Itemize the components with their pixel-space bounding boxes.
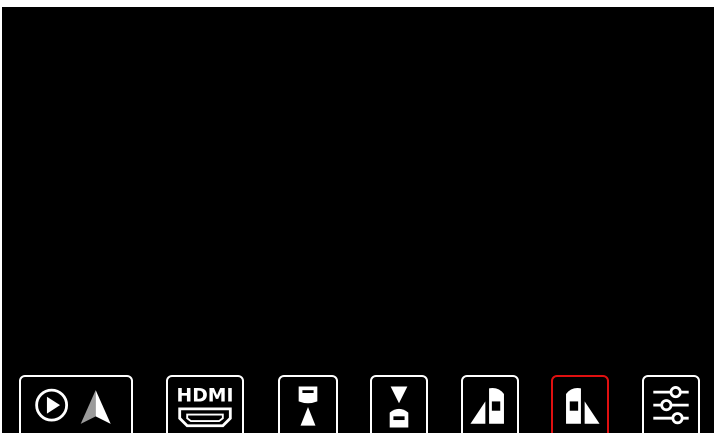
hdmi-button[interactable]: HDMI <box>166 375 244 433</box>
carplay-android-auto-button[interactable] <box>19 375 133 433</box>
hdmi-label: HDMI <box>177 385 234 406</box>
rear-camera-icon <box>389 386 409 428</box>
rear-camera-button[interactable] <box>370 375 428 433</box>
carplay-android-auto-icon <box>35 388 111 424</box>
front-camera-button[interactable] <box>278 375 338 433</box>
right-camera-icon <box>566 388 600 424</box>
settings-button[interactable] <box>642 375 700 433</box>
video-area <box>2 7 714 375</box>
hdmi-icon: HDMI <box>177 385 234 428</box>
front-camera-icon <box>298 386 318 426</box>
left-camera-button[interactable] <box>461 375 519 433</box>
right-camera-button[interactable] <box>551 375 609 433</box>
left-camera-icon <box>470 388 504 424</box>
display-screen: HDMI <box>2 7 714 433</box>
settings-sliders-icon <box>653 386 689 425</box>
